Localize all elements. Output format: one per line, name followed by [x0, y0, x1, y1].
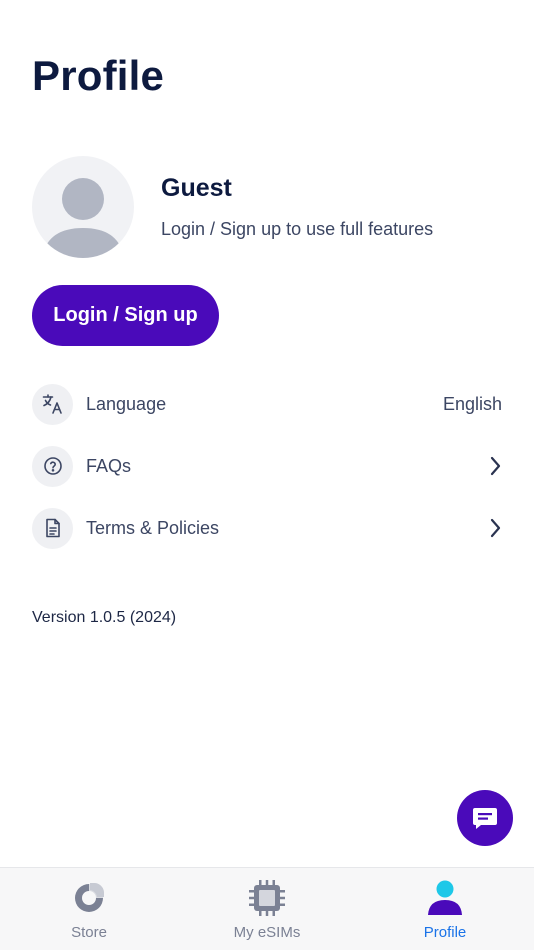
app-version: Version 1.0.5 (2024): [32, 609, 177, 626]
translate-icon: [32, 383, 73, 425]
menu-item-terms-policies[interactable]: Terms & Policies: [32, 507, 502, 549]
menu-item-label: Language: [86, 393, 167, 414]
language-value: English: [442, 393, 502, 414]
tab-store[interactable]: Store: [0, 868, 178, 950]
menu-item-faqs[interactable]: FAQs: [32, 445, 502, 487]
chat-support-button[interactable]: [457, 790, 513, 846]
document-icon: [32, 507, 73, 549]
menu-item-label: FAQs: [86, 455, 132, 476]
store-pie-icon: [69, 878, 109, 918]
login-signup-button[interactable]: Login / Sign up: [32, 285, 219, 346]
tab-label: Profile: [423, 924, 467, 941]
tab-label: Store: [71, 924, 107, 941]
avatar: [32, 156, 134, 258]
tab-my-esims[interactable]: My eSIMs: [178, 868, 356, 950]
chevron-right-icon: [488, 455, 502, 477]
question-circle-icon: [32, 445, 73, 487]
profile-screen: Profile Guest Login / Sign up to use ful…: [0, 0, 534, 950]
person-icon: [425, 878, 465, 918]
user-name: Guest: [161, 174, 232, 202]
menu-item-label: Terms & Policies: [86, 517, 220, 538]
chevron-right-icon: [488, 517, 502, 539]
esim-chip-icon: [247, 878, 287, 918]
menu-item-language[interactable]: Language English: [32, 383, 502, 425]
tab-label: My eSIMs: [233, 924, 301, 941]
chat-bubble-icon: [473, 808, 497, 829]
user-subtitle: Login / Sign up to use full features: [161, 219, 434, 239]
user-placeholder-icon: [42, 178, 124, 258]
bottom-tab-bar: Store My eSIMs Profile: [0, 867, 534, 950]
tab-profile[interactable]: Profile: [356, 868, 534, 950]
page-title: Profile: [32, 52, 165, 99]
